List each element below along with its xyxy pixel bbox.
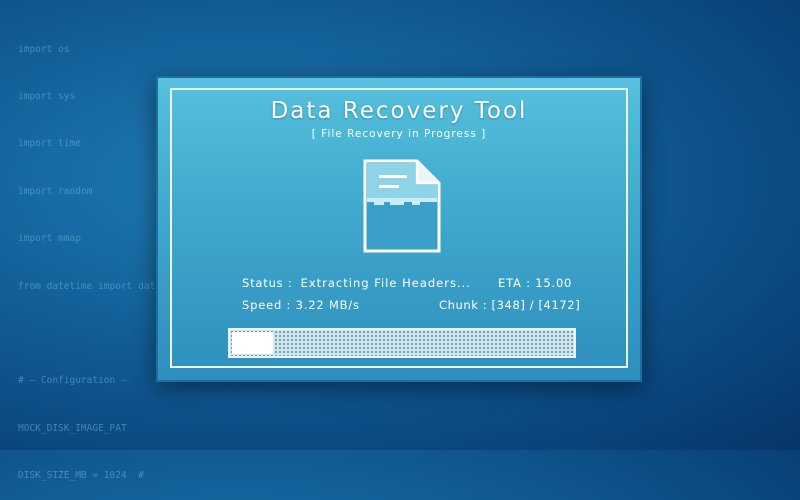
code-line: from datetime import dat [18, 280, 156, 292]
dialog-subtitle: [ File Recovery in Progress ] [311, 128, 487, 140]
status-label: Status : [242, 276, 293, 290]
dialog-frame: Data Recovery Tool [ File Recovery in Pr… [170, 88, 628, 368]
progress-bar [228, 328, 576, 358]
code-line: import sys [18, 90, 76, 102]
code-line: MOCK_DISK_IMAGE_PAT [18, 422, 127, 434]
code-line: import os [18, 43, 70, 55]
chunk-readout: Chunk : [348] / [4172] [439, 298, 581, 312]
progress-fill [232, 332, 273, 354]
status-line: Status : Extracting File Headers... [242, 276, 471, 290]
status-value: Extracting File Headers... [300, 276, 471, 290]
background-code: import os import sys import time import … [18, 10, 155, 500]
eta-readout: ETA : 15.00 [498, 276, 573, 290]
code-line: DISK_SIZE_MB = 1024 # [18, 470, 144, 482]
code-line: import random [18, 185, 93, 197]
dialog-title: Data Recovery Tool [270, 98, 528, 124]
file-document-icon [363, 159, 441, 253]
code-line: import mmap [18, 233, 81, 245]
code-line: # — Configuration — [18, 375, 127, 387]
code-line: import time [18, 138, 81, 150]
speed-readout: Speed : 3.22 MB/s [242, 298, 360, 312]
recovery-dialog: Data Recovery Tool [ File Recovery in Pr… [156, 76, 642, 382]
